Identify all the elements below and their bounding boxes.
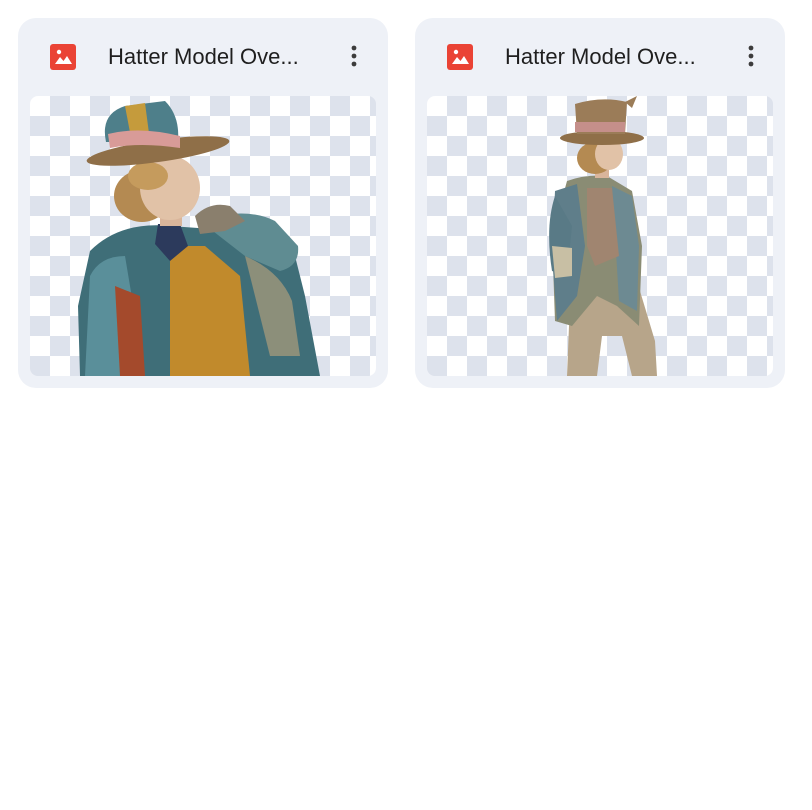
file-card-header: Hatter Model Ove...	[18, 18, 388, 96]
image-file-icon	[50, 44, 76, 70]
file-card[interactable]: Hatter Model Ove...	[18, 18, 388, 388]
hatter-sitting-image	[78, 101, 320, 376]
file-thumbnail[interactable]	[30, 96, 376, 376]
file-name: Hatter Model Ove...	[108, 44, 299, 69]
file-card-header: Hatter Model Ove...	[415, 18, 785, 96]
more-vert-icon[interactable]	[735, 40, 767, 72]
file-thumbnail[interactable]	[427, 96, 773, 376]
file-card[interactable]: Hatter Model Ove...	[415, 18, 785, 388]
image-file-icon	[447, 44, 473, 70]
file-grid: Hatter Model Ove... Hatter Model Ove...	[0, 0, 812, 810]
file-name: Hatter Model Ove...	[505, 44, 696, 69]
hatter-standing-image	[549, 96, 657, 376]
more-vert-icon[interactable]	[338, 40, 370, 72]
